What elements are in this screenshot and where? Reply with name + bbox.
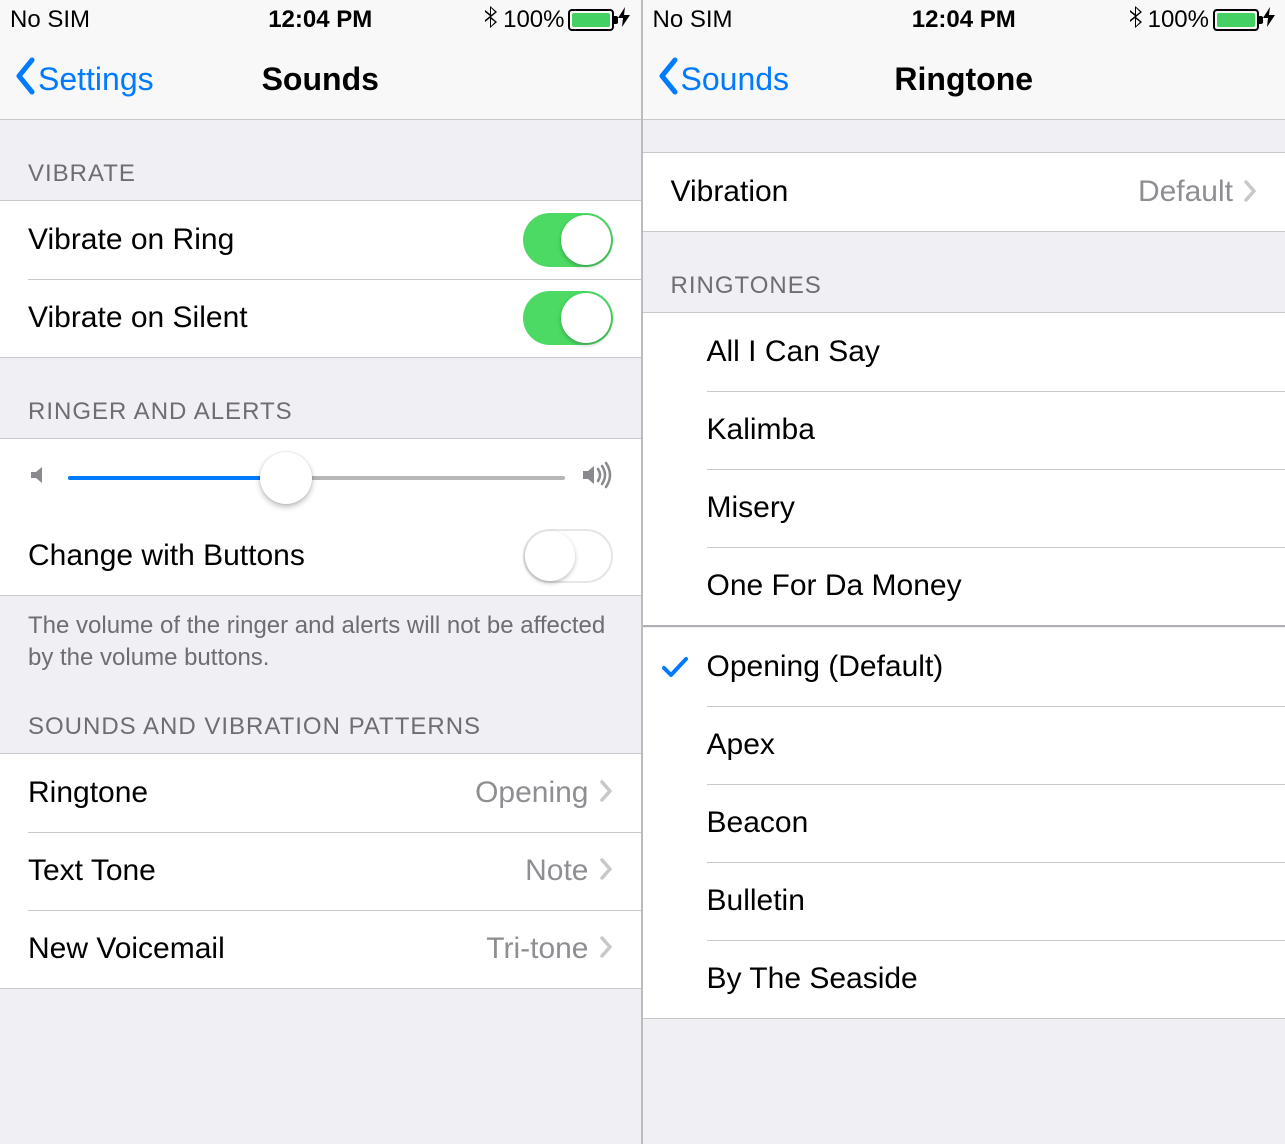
chevron-right-icon bbox=[599, 851, 613, 890]
ringtone-label: Apex bbox=[707, 728, 1258, 762]
page-title: Ringtone bbox=[894, 61, 1033, 98]
volume-slider-thumb[interactable] bbox=[260, 452, 312, 504]
ringtone-label: Beacon bbox=[707, 806, 1258, 840]
label-ringtone: Ringtone bbox=[28, 776, 475, 810]
ringtone-item[interactable]: Kalimba bbox=[643, 391, 1285, 469]
back-label: Sounds bbox=[681, 61, 790, 98]
carrier-label: No SIM bbox=[653, 6, 861, 34]
toggle-change-with-buttons[interactable] bbox=[523, 529, 613, 583]
back-label: Settings bbox=[38, 61, 154, 98]
ringtone-item[interactable]: By The Seaside bbox=[643, 940, 1285, 1018]
clock-label: 12:04 PM bbox=[217, 6, 424, 34]
section-header-ringer: RINGER AND ALERTS bbox=[0, 358, 641, 438]
checkmark-icon bbox=[643, 628, 707, 706]
battery-percent: 100% bbox=[503, 6, 564, 34]
row-new-voicemail[interactable]: New Voicemail Tri-tone bbox=[0, 910, 641, 988]
toggle-vibrate-on-silent[interactable] bbox=[523, 291, 613, 345]
label-new-voicemail: New Voicemail bbox=[28, 932, 486, 966]
value-vibration: Default bbox=[1138, 175, 1233, 209]
value-ringtone: Opening bbox=[475, 776, 588, 810]
label-vibration: Vibration bbox=[671, 175, 1138, 209]
page-title: Sounds bbox=[262, 61, 379, 98]
footer-ringer: The volume of the ringer and alerts will… bbox=[0, 596, 641, 685]
volume-high-icon bbox=[581, 460, 613, 497]
status-right: 100% bbox=[1068, 5, 1276, 35]
ringtone-item[interactable]: All I Can Say bbox=[643, 313, 1285, 391]
bluetooth-icon bbox=[483, 5, 499, 35]
ringtone-item[interactable]: Bulletin bbox=[643, 862, 1285, 940]
row-ringtone[interactable]: Ringtone Opening bbox=[0, 754, 641, 832]
charging-icon bbox=[1263, 7, 1275, 33]
builtin-ringtones-group: Opening (Default) Apex Beacon Bulletin B… bbox=[643, 628, 1285, 1019]
section-header-vibrate: VIBRATE bbox=[0, 120, 641, 200]
row-vibrate-on-silent[interactable]: Vibrate on Silent bbox=[0, 279, 641, 357]
ringtone-label: Kalimba bbox=[707, 413, 1258, 447]
label-text-tone: Text Tone bbox=[28, 854, 525, 888]
vibrate-group: Vibrate on Ring Vibrate on Silent bbox=[0, 200, 641, 358]
chevron-right-icon bbox=[1243, 173, 1257, 212]
ringtone-item[interactable]: Misery bbox=[643, 469, 1285, 547]
back-button[interactable]: Settings bbox=[14, 57, 154, 102]
chevron-left-icon bbox=[657, 57, 679, 102]
label-vibrate-on-ring: Vibrate on Ring bbox=[28, 223, 523, 257]
nav-bar: Settings Sounds bbox=[0, 40, 641, 120]
sounds-settings-screen: No SIM 12:04 PM 100% Settings Sou bbox=[0, 0, 643, 1144]
ringtone-label: By The Seaside bbox=[707, 962, 1258, 996]
chevron-right-icon bbox=[599, 929, 613, 968]
section-header-ringtones: RINGTONES bbox=[643, 232, 1285, 312]
ringer-group: Change with Buttons bbox=[0, 438, 641, 596]
content-area: Vibration Default RINGTONES All I Can Sa… bbox=[643, 120, 1285, 1144]
ringtone-settings-screen: No SIM 12:04 PM 100% Sounds Ringt bbox=[643, 0, 1285, 1144]
status-bar: No SIM 12:04 PM 100% bbox=[643, 0, 1285, 40]
battery-icon bbox=[1213, 9, 1259, 31]
bluetooth-icon bbox=[1128, 5, 1144, 35]
vibration-group: Vibration Default bbox=[643, 152, 1285, 232]
ringtone-label: All I Can Say bbox=[707, 335, 1258, 369]
status-bar: No SIM 12:04 PM 100% bbox=[0, 0, 641, 40]
row-vibrate-on-ring[interactable]: Vibrate on Ring bbox=[0, 201, 641, 279]
volume-low-icon bbox=[28, 462, 52, 494]
ringtone-label: Opening (Default) bbox=[707, 650, 1258, 684]
row-text-tone[interactable]: Text Tone Note bbox=[0, 832, 641, 910]
clock-label: 12:04 PM bbox=[860, 6, 1068, 34]
battery-percent: 100% bbox=[1148, 6, 1209, 34]
custom-ringtones-group: All I Can Say Kalimba Misery One For Da … bbox=[643, 312, 1285, 626]
ringtone-label: Misery bbox=[707, 491, 1258, 525]
ringtone-item[interactable]: One For Da Money bbox=[643, 547, 1285, 625]
toggle-vibrate-on-ring[interactable] bbox=[523, 213, 613, 267]
label-vibrate-on-silent: Vibrate on Silent bbox=[28, 301, 523, 335]
ringtone-item-selected[interactable]: Opening (Default) bbox=[643, 628, 1285, 706]
row-volume-slider[interactable] bbox=[0, 439, 641, 517]
row-vibration[interactable]: Vibration Default bbox=[643, 153, 1285, 231]
chevron-right-icon bbox=[599, 773, 613, 812]
content-area: VIBRATE Vibrate on Ring Vibrate on Silen… bbox=[0, 120, 641, 1144]
row-change-with-buttons[interactable]: Change with Buttons bbox=[0, 517, 641, 595]
ringtone-item[interactable]: Apex bbox=[643, 706, 1285, 784]
value-new-voicemail: Tri-tone bbox=[486, 932, 588, 966]
charging-icon bbox=[618, 7, 630, 33]
volume-slider-track[interactable] bbox=[68, 476, 565, 480]
value-text-tone: Note bbox=[525, 854, 588, 888]
battery-icon bbox=[568, 9, 614, 31]
label-change-with-buttons: Change with Buttons bbox=[28, 539, 523, 573]
carrier-label: No SIM bbox=[10, 6, 217, 34]
ringtone-label: One For Da Money bbox=[707, 569, 1258, 603]
ringtone-label: Bulletin bbox=[707, 884, 1258, 918]
ringtone-item[interactable]: Beacon bbox=[643, 784, 1285, 862]
sounds-group: Ringtone Opening Text Tone Note New Voic… bbox=[0, 753, 641, 989]
chevron-left-icon bbox=[14, 57, 36, 102]
back-button[interactable]: Sounds bbox=[657, 57, 790, 102]
section-header-sounds: SOUNDS AND VIBRATION PATTERNS bbox=[0, 685, 641, 753]
status-right: 100% bbox=[424, 5, 631, 35]
nav-bar: Sounds Ringtone bbox=[643, 40, 1285, 120]
